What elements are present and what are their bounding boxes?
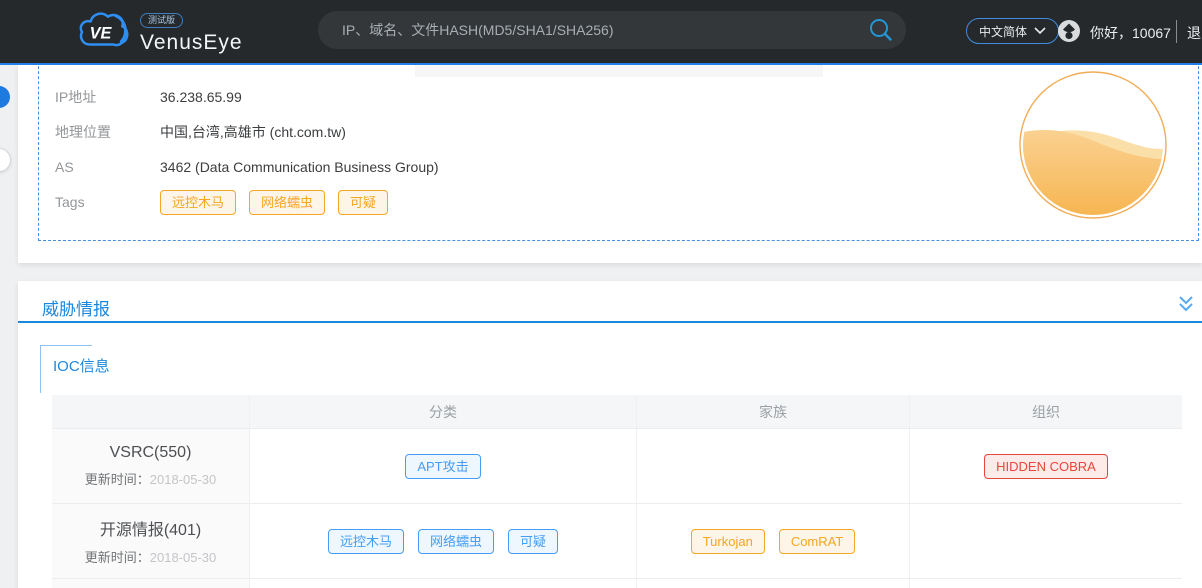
summary-fields: IP地址 36.238.65.99 地理位置 中国,台湾,高雄市 (cht.co… bbox=[55, 86, 439, 226]
category-tag: 网络蠕虫 bbox=[418, 529, 494, 554]
updated-label: 更新时间： bbox=[85, 550, 150, 565]
category-cell: 远控木马 网络蠕虫 可疑 bbox=[250, 504, 637, 578]
source-cell bbox=[52, 579, 250, 588]
language-selector[interactable]: 中文简体 bbox=[966, 18, 1059, 44]
updated-time: 更新时间：2018-05-30 bbox=[85, 547, 217, 566]
updated-label: 更新时间： bbox=[85, 472, 150, 487]
nav-divider bbox=[1176, 20, 1177, 43]
language-label: 中文简体 bbox=[979, 23, 1027, 40]
table-row: VSRC(550) 更新时间：2018-05-30 APT攻击 HIDDEN C… bbox=[52, 428, 1182, 503]
field-row-tags: Tags 远控木马 网络蠕虫 可疑 bbox=[55, 191, 439, 213]
floating-dock-button-blue[interactable] bbox=[0, 86, 10, 108]
logout-link[interactable]: 退 bbox=[1187, 23, 1201, 43]
search-icon[interactable] bbox=[868, 17, 894, 43]
threat-intel-card: 威胁情报 IOC信息 分类 家族 组织 VSRC(550) bbox=[18, 281, 1202, 588]
category-cell bbox=[250, 579, 637, 588]
updated-date: 2018-05-30 bbox=[150, 472, 217, 487]
top-navbar: VE 测试版 VenusEye 中文简体 bbox=[0, 0, 1202, 65]
header-cell-family: 家族 bbox=[637, 395, 910, 428]
field-value: 3462 (Data Communication Business Group) bbox=[160, 159, 439, 175]
table-row-partial bbox=[52, 578, 1182, 588]
header-cell-organization: 组织 bbox=[910, 395, 1182, 428]
source-name: 开源情报(401) bbox=[100, 516, 201, 540]
organization-cell bbox=[910, 504, 1182, 578]
floating-dock-button-white[interactable] bbox=[0, 148, 11, 172]
search-bar bbox=[318, 11, 906, 49]
family-tag: ComRAT bbox=[779, 529, 855, 554]
category-cell: APT攻击 bbox=[250, 429, 637, 503]
header-cell-category: 分类 bbox=[250, 395, 637, 428]
family-cell bbox=[637, 579, 910, 588]
family-tag: Turkojan bbox=[691, 529, 765, 554]
field-value: 中国,台湾,高雄市 (cht.com.tw) bbox=[160, 122, 346, 142]
search-input[interactable] bbox=[318, 11, 906, 49]
family-cell bbox=[637, 429, 910, 503]
section-title: 威胁情报 bbox=[42, 295, 110, 320]
field-row-ip: IP地址 36.238.65.99 bbox=[55, 86, 439, 108]
category-tag: APT攻击 bbox=[405, 454, 480, 479]
source-cell: VSRC(550) 更新时间：2018-05-30 bbox=[52, 429, 250, 503]
summary-tag: 可疑 bbox=[338, 190, 388, 215]
family-cell: Turkojan ComRAT bbox=[637, 504, 910, 578]
header-cell-source bbox=[52, 395, 250, 428]
table-row: 开源情报(401) 更新时间：2018-05-30 远控木马 网络蠕虫 可疑 T… bbox=[52, 503, 1182, 578]
field-label: 地理位置 bbox=[55, 122, 160, 142]
user-greeting: 你好，10067 bbox=[1090, 23, 1171, 43]
field-label: AS bbox=[55, 159, 160, 175]
field-value: 36.238.65.99 bbox=[160, 89, 242, 105]
source-name: VSRC(550) bbox=[110, 444, 192, 462]
ioc-section-title: IOC信息 bbox=[53, 355, 110, 376]
summary-tag: 网络蠕虫 bbox=[249, 190, 325, 215]
summary-tag: 远控木马 bbox=[160, 190, 236, 215]
chevron-down-icon bbox=[1034, 24, 1046, 38]
risk-gauge bbox=[1018, 70, 1168, 220]
venuseye-page: VE 测试版 VenusEye 中文简体 bbox=[0, 0, 1202, 588]
field-row-location: 地理位置 中国,台湾,高雄市 (cht.com.tw) bbox=[55, 121, 439, 143]
user-avatar-icon[interactable] bbox=[1056, 18, 1082, 44]
category-tag: 可疑 bbox=[508, 529, 558, 554]
organization-cell bbox=[910, 579, 1182, 588]
field-row-as: AS 3462 (Data Communication Business Gro… bbox=[55, 156, 439, 178]
svg-text:VE: VE bbox=[90, 25, 113, 43]
table-header-row: 分类 家族 组织 bbox=[52, 395, 1182, 428]
cloud-logo-icon: VE bbox=[76, 9, 134, 60]
double-chevron-down-icon[interactable] bbox=[1178, 295, 1194, 313]
category-tag: 远控木马 bbox=[328, 529, 404, 554]
updated-time: 更新时间：2018-05-30 bbox=[85, 469, 217, 488]
beta-badge: 测试版 bbox=[140, 13, 183, 28]
updated-date: 2018-05-30 bbox=[150, 550, 217, 565]
field-label: IP地址 bbox=[55, 87, 160, 107]
source-cell: 开源情报(401) 更新时间：2018-05-30 bbox=[52, 504, 250, 578]
section-header: 威胁情报 bbox=[18, 281, 1202, 323]
organization-cell: HIDDEN COBRA bbox=[910, 429, 1182, 503]
organization-tag: HIDDEN COBRA bbox=[984, 454, 1108, 479]
brand-logo[interactable]: VE 测试版 VenusEye bbox=[76, 9, 243, 60]
ioc-table: 分类 家族 组织 VSRC(550) 更新时间：2018-05-30 APT攻击… bbox=[52, 395, 1182, 588]
field-label: Tags bbox=[55, 194, 160, 210]
